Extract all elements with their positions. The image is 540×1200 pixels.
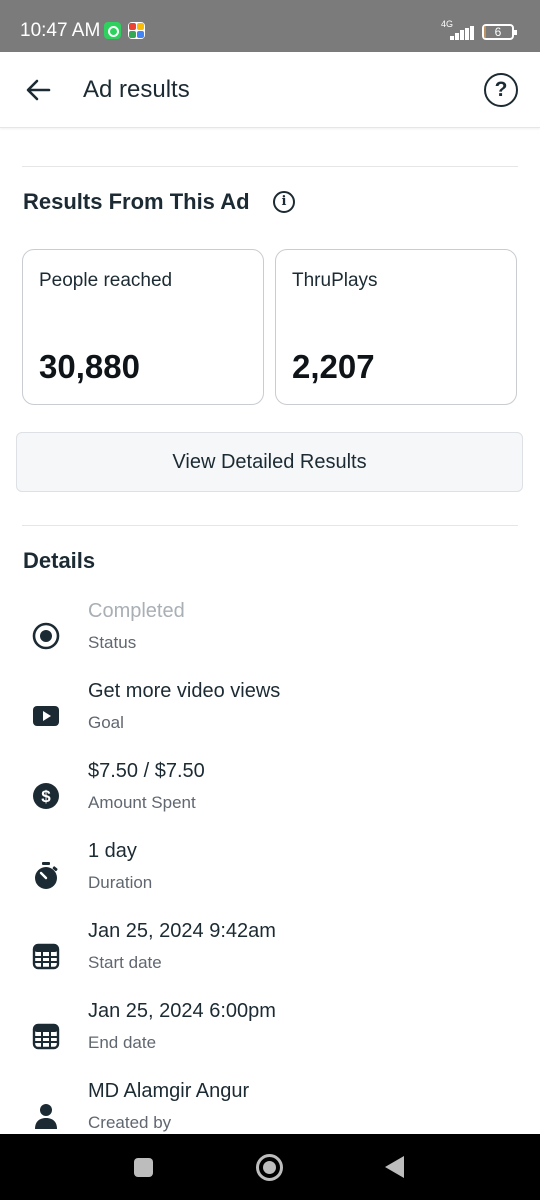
detail-value: $7.50 / $7.50	[88, 760, 205, 782]
detail-item-end-date: Jan 25, 2024 6:00pm End date	[0, 1000, 540, 1080]
results-section-title: Results From This Ad	[23, 189, 250, 214]
battery-icon: 6	[482, 24, 517, 40]
detail-label: Start date	[88, 953, 162, 972]
signal-strength-icon	[450, 26, 476, 40]
stat-label: ThruPlays	[292, 270, 378, 291]
detail-label: Goal	[88, 713, 124, 732]
detail-item-status: Completed Status	[0, 600, 540, 680]
app-header: Ad results ?	[0, 52, 540, 128]
info-glyph: i	[281, 194, 287, 209]
whatsapp-notification-icon	[104, 22, 121, 39]
help-button[interactable]: ?	[484, 73, 518, 107]
home-button[interactable]	[256, 1154, 283, 1181]
detail-label: End date	[88, 1033, 157, 1052]
stat-card-thruplays: ThruPlays 2,207	[275, 249, 517, 405]
stat-value: 30,880	[39, 348, 140, 385]
detail-item-duration: 1 day Duration	[0, 840, 540, 920]
stopwatch-icon	[35, 862, 58, 889]
detail-value: 1 day	[88, 840, 137, 862]
detail-label: Amount Spent	[88, 793, 196, 812]
detail-label: Duration	[88, 873, 153, 892]
back-button[interactable]	[20, 72, 56, 108]
detail-value: Completed	[88, 600, 185, 622]
detail-value: MD Alamgir Angur	[88, 1080, 250, 1102]
detail-item-goal: Get more video views Goal	[0, 680, 540, 760]
system-back-button[interactable]	[385, 1156, 404, 1178]
detail-item-amount-spent: $ $7.50 / $7.50 Amount Spent	[0, 760, 540, 840]
detail-label: Status	[88, 633, 137, 652]
app-notification-icon	[128, 22, 145, 39]
details-section-title: Details	[23, 548, 96, 573]
video-play-icon	[33, 706, 59, 726]
detail-value: Jan 25, 2024 6:00pm	[88, 1000, 276, 1022]
battery-level-text: 6	[494, 25, 502, 39]
calendar-icon	[32, 1023, 60, 1050]
divider	[22, 166, 518, 167]
detail-item-start-date: Jan 25, 2024 9:42am Start date	[0, 920, 540, 1000]
radio-selected-icon	[32, 622, 60, 650]
recent-apps-button[interactable]	[134, 1158, 153, 1177]
page-title: Ad results	[83, 76, 190, 103]
stat-value: 2,207	[292, 348, 375, 385]
status-time: 10:47 AM	[20, 20, 101, 41]
arrow-left-icon	[26, 79, 51, 101]
detail-label: Created by	[88, 1113, 172, 1132]
view-detailed-results-button[interactable]: View Detailed Results	[16, 432, 523, 492]
svg-text:$: $	[41, 787, 51, 806]
detail-value: Jan 25, 2024 9:42am	[88, 920, 276, 942]
detail-value: Get more video views	[88, 680, 281, 702]
question-circle-icon: ?	[494, 78, 508, 101]
person-icon	[35, 1104, 57, 1129]
dollar-circle-icon: $	[33, 783, 59, 809]
calendar-icon	[32, 943, 60, 970]
stat-card-people-reached: People reached 30,880	[22, 249, 264, 405]
system-navigation-bar	[0, 1134, 540, 1200]
status-bar: 10:47 AM 4G 6	[0, 0, 540, 52]
info-icon[interactable]: i	[273, 191, 295, 213]
stat-label: People reached	[39, 270, 173, 291]
divider	[22, 525, 518, 526]
